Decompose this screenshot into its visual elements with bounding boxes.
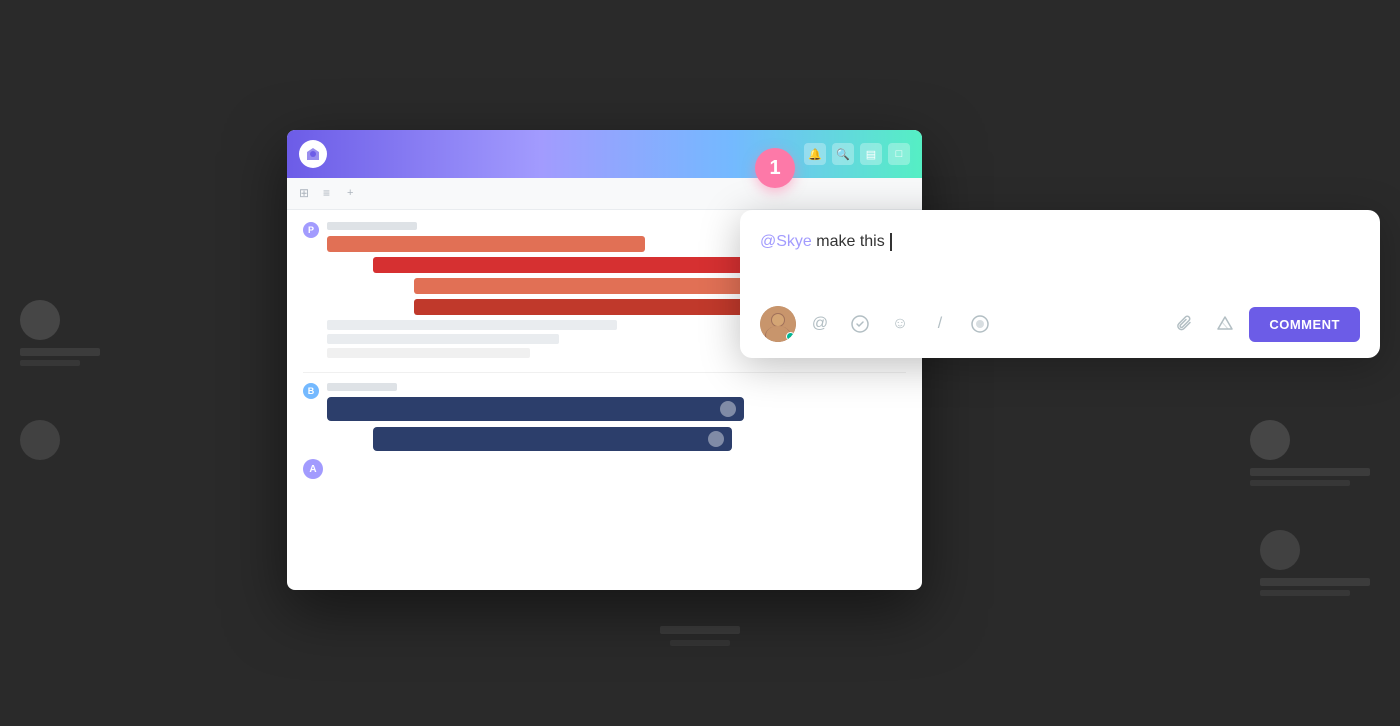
online-indicator bbox=[786, 332, 795, 341]
task-label-1 bbox=[327, 222, 417, 230]
attach-button[interactable] bbox=[1169, 308, 1201, 340]
layout-icon[interactable]: ⊞ bbox=[299, 186, 315, 202]
comment-text: make this bbox=[812, 233, 889, 250]
notification-badge: 1 bbox=[755, 148, 795, 188]
red-bar-1 bbox=[327, 236, 645, 252]
red-bar-2 bbox=[373, 257, 767, 273]
app-toolbar: ⊞ ≡ + bbox=[287, 178, 922, 210]
bg-bottom-text bbox=[660, 626, 740, 646]
gray-bar-3 bbox=[327, 348, 530, 358]
drive-button[interactable] bbox=[1209, 308, 1241, 340]
list-icon[interactable]: ≡ bbox=[323, 186, 339, 202]
navy-bar-2 bbox=[373, 427, 732, 451]
bg-person-2 bbox=[20, 420, 60, 468]
comment-icons: @ ☺ / bbox=[804, 308, 996, 340]
mention-tag: @Skye bbox=[760, 233, 812, 250]
bg-right-card-2 bbox=[1260, 530, 1370, 596]
comment-text-area[interactable]: @Skye make this bbox=[760, 230, 1360, 290]
comment-toolbar: @ ☺ / bbox=[760, 306, 1360, 342]
task-group-blue: B bbox=[303, 383, 906, 451]
red-bar-4 bbox=[414, 299, 773, 315]
app-header-icons: 🔔 🔍 ▤ □ bbox=[804, 143, 910, 165]
app-header: 🔔 🔍 ▤ □ bbox=[287, 130, 922, 178]
plus-icon[interactable]: + bbox=[347, 187, 361, 201]
bg-right-card bbox=[1250, 420, 1370, 486]
record-button[interactable] bbox=[964, 308, 996, 340]
task-dot-blue: B bbox=[303, 383, 319, 399]
user-icon[interactable]: □ bbox=[888, 143, 910, 165]
bg-person-1 bbox=[20, 300, 100, 366]
navy-bar-1 bbox=[327, 397, 744, 421]
section-divider bbox=[303, 372, 906, 373]
gray-bar-1 bbox=[327, 320, 617, 330]
grid-icon[interactable]: ▤ bbox=[860, 143, 882, 165]
text-cursor bbox=[890, 233, 892, 251]
gray-bar-2 bbox=[327, 334, 559, 344]
comment-submit-button[interactable]: COMMENT bbox=[1249, 307, 1360, 342]
search-header-icon[interactable]: 🔍 bbox=[832, 143, 854, 165]
assign-button[interactable] bbox=[844, 308, 876, 340]
app-card: 🔔 🔍 ▤ □ ⊞ ≡ + P bbox=[287, 130, 922, 590]
app-bottom-avatar: A bbox=[303, 459, 323, 479]
slash-button[interactable]: / bbox=[924, 308, 956, 340]
comment-popup: @Skye make this @ bbox=[740, 210, 1380, 358]
emoji-button[interactable]: ☺ bbox=[884, 308, 916, 340]
notification-icon[interactable]: 🔔 bbox=[804, 143, 826, 165]
task-dot-purple: P bbox=[303, 222, 319, 238]
user-avatar bbox=[760, 306, 796, 342]
task-label-2 bbox=[327, 383, 397, 391]
red-bar-3 bbox=[414, 278, 761, 294]
at-mention-button[interactable]: @ bbox=[804, 308, 836, 340]
app-logo bbox=[299, 140, 327, 168]
